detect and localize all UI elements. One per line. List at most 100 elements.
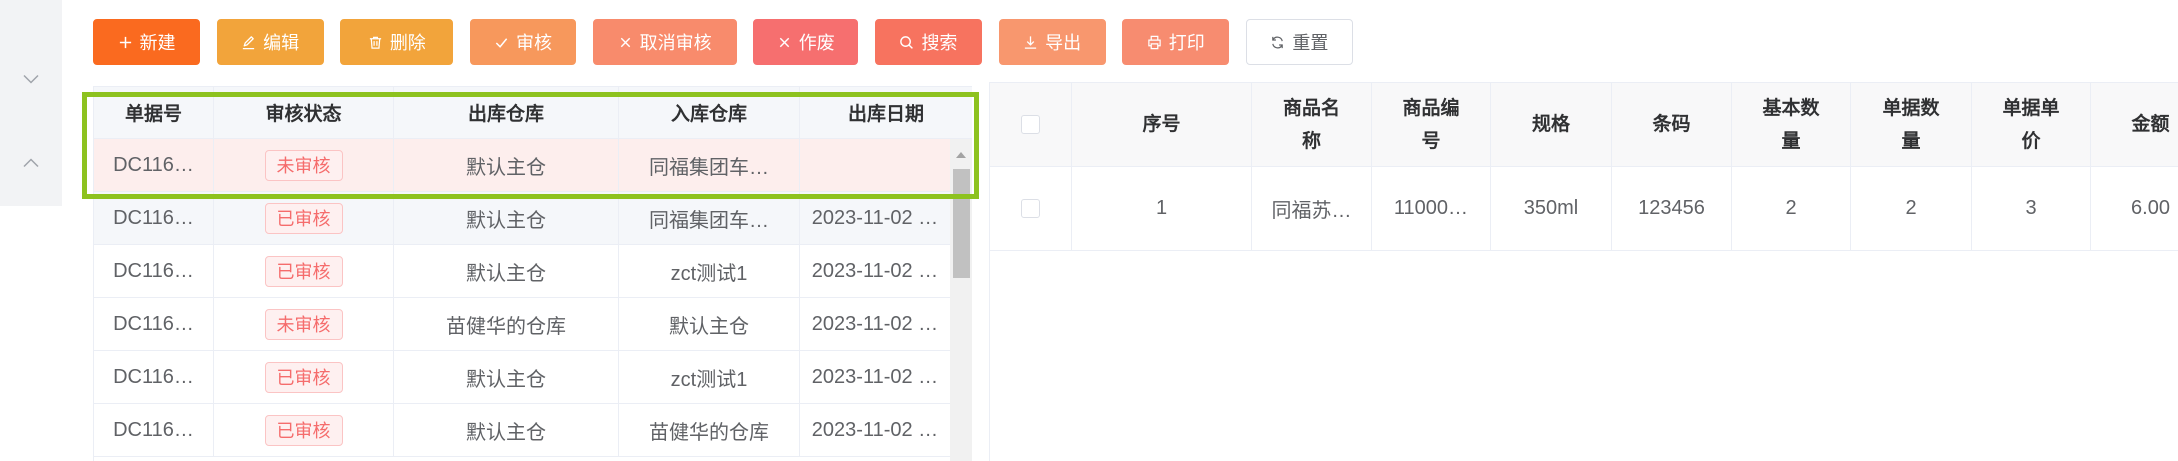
master-row[interactable]: DC116… 未审核 默认主仓 同福集团车…	[94, 139, 950, 192]
spec-cell: 350ml	[1491, 167, 1612, 250]
column-header-unit-price: 单据单价	[1972, 83, 2091, 166]
scroll-up-arrow-icon[interactable]	[956, 152, 966, 158]
select-all-checkbox[interactable]	[1021, 115, 1040, 134]
master-row[interactable]: DC116… 已审核 默认主仓 zct测试1 2023-11-02 …	[94, 245, 950, 298]
master-row[interactable]: DC116… 已审核 默认主仓 zct测试1 2023-11-02 …	[94, 351, 950, 404]
download-icon	[1024, 35, 1037, 49]
column-header-product-name: 商品名称	[1252, 83, 1372, 166]
refresh-icon	[1272, 36, 1284, 48]
column-header-label: 金额	[2131, 114, 2170, 135]
column-header-out-warehouse: 出库仓库	[394, 87, 619, 138]
search-button[interactable]: 搜索	[874, 19, 982, 65]
button-label: 作废	[798, 33, 835, 53]
in-warehouse-cell: 同福集团车…	[619, 192, 800, 244]
detail-row[interactable]: 1 同福苏… 11000… 350ml 123456 2 2 3 6.00	[990, 167, 2178, 251]
doc-no-cell: DC116…	[94, 351, 214, 403]
sidebar-collapse-button[interactable]	[0, 59, 62, 99]
out-warehouse-cell: 默认主仓	[394, 192, 619, 244]
column-header-label: 规格	[1531, 114, 1570, 135]
status-cell: 已审核	[214, 245, 394, 297]
detail-table-header: 序号 商品名称 商品编号 规格 条码 基本数量 单据数量 单据单价 金额	[990, 82, 2178, 167]
doc-no-cell: DC116…	[94, 298, 214, 350]
status-cell: 已审核	[214, 351, 394, 403]
edit-icon	[243, 35, 255, 49]
out-date-cell: 2023-11-02 …	[811, 365, 939, 388]
edit-button[interactable]: 编辑	[216, 19, 324, 65]
column-header-label: 序号	[1142, 114, 1181, 135]
row-checkbox[interactable]	[1021, 199, 1040, 218]
print-button[interactable]: 打印	[1122, 19, 1230, 65]
check-icon	[495, 37, 508, 48]
column-header-barcode: 条码	[1612, 83, 1732, 166]
status-badge: 未审核	[264, 149, 343, 181]
column-header-index: 序号	[1072, 83, 1252, 166]
sidebar-expand-button[interactable]	[0, 143, 62, 183]
amount-cell: 6.00	[2091, 167, 2178, 250]
out-date-cell	[800, 139, 950, 191]
master-row[interactable]: DC116… 已审核 默认主仓 同福集团车… 2023-11-02 …	[94, 192, 950, 245]
master-row[interactable]: DC116… 已审核 默认主仓 苗健华的仓库 2023-11-02 …	[94, 404, 950, 457]
scrollbar-thumb[interactable]	[953, 169, 970, 278]
master-table-header: 单据号 审核状态 出库仓库 入库仓库 出库日期	[94, 86, 972, 139]
status-cell: 已审核	[214, 404, 394, 456]
column-header-label: 商品编号	[1402, 97, 1460, 152]
out-warehouse-cell: 苗健华的仓库	[394, 298, 619, 350]
status-badge: 未审核	[264, 308, 343, 340]
trash-icon	[369, 36, 381, 49]
base-qty-cell: 2	[1732, 167, 1851, 250]
chevron-down-icon	[23, 74, 39, 84]
column-header-doc-qty: 单据数量	[1851, 83, 1972, 166]
master-table-scrollbar[interactable]	[950, 139, 972, 461]
out-warehouse-cell: 默认主仓	[394, 245, 619, 297]
column-header-spec: 规格	[1491, 83, 1612, 166]
cancel-approve-button[interactable]: 取消审核	[592, 19, 737, 65]
in-warehouse-cell: zct测试1	[619, 351, 800, 403]
column-header-in-warehouse: 入库仓库	[619, 87, 800, 138]
button-label: 重置	[1292, 33, 1329, 53]
doc-no-cell: DC116…	[94, 192, 214, 244]
delete-button[interactable]: 删除	[340, 19, 454, 65]
button-label: 搜索	[921, 33, 958, 53]
close-icon	[779, 37, 789, 47]
export-button[interactable]: 导出	[998, 19, 1106, 65]
column-header-amount: 金额	[2091, 83, 2178, 166]
column-header-label: 单据数量	[1882, 97, 1940, 152]
column-header-label: 条码	[1652, 114, 1691, 135]
reset-button[interactable]: 重置	[1245, 19, 1353, 65]
close-icon	[620, 37, 630, 47]
chevron-up-icon	[23, 158, 39, 168]
column-header-status: 审核状态	[214, 87, 394, 138]
new-button[interactable]: 新建	[93, 19, 200, 65]
master-table: 单据号 审核状态 出库仓库 入库仓库 出库日期 DC116… 未审核 默认主仓 …	[93, 86, 972, 461]
toolbar: 新建 编辑 删除 审核 取消审核 作废 搜索 导出 打印 重置	[93, 19, 1353, 65]
status-badge: 已审核	[264, 361, 343, 393]
column-header-doc-no: 单据号	[94, 87, 214, 138]
out-date-cell: 2023-11-02 …	[811, 418, 939, 441]
in-warehouse-cell: zct测试1	[619, 245, 800, 297]
column-header-label: 商品名称	[1282, 97, 1340, 152]
status-badge: 已审核	[264, 202, 343, 234]
column-header-base-qty: 基本数量	[1732, 83, 1851, 166]
out-warehouse-cell: 默认主仓	[394, 139, 619, 191]
void-button[interactable]: 作废	[753, 19, 859, 65]
doc-no-cell: DC116…	[94, 245, 214, 297]
product-code-cell: 11000…	[1372, 167, 1491, 250]
button-label: 打印	[1168, 33, 1205, 53]
plus-icon	[119, 36, 131, 48]
button-label: 审核	[515, 33, 552, 53]
product-name-cell: 同福苏…	[1252, 167, 1372, 250]
column-header-label: 基本数量	[1762, 97, 1820, 152]
doc-qty-cell: 2	[1851, 167, 1972, 250]
button-label: 导出	[1045, 33, 1082, 53]
column-header-out-date: 出库日期	[800, 87, 972, 138]
barcode-cell: 123456	[1612, 167, 1732, 250]
master-row[interactable]: DC116… 未审核 苗健华的仓库 默认主仓 2023-11-02 …	[94, 298, 950, 351]
index-cell: 1	[1072, 167, 1252, 250]
doc-no-cell: DC116…	[94, 139, 214, 191]
out-warehouse-cell: 默认主仓	[394, 404, 619, 456]
button-label: 编辑	[263, 33, 300, 53]
printer-icon	[1148, 35, 1161, 49]
button-label: 新建	[139, 33, 176, 53]
sidebar	[0, 0, 62, 206]
approve-button[interactable]: 审核	[469, 19, 576, 65]
